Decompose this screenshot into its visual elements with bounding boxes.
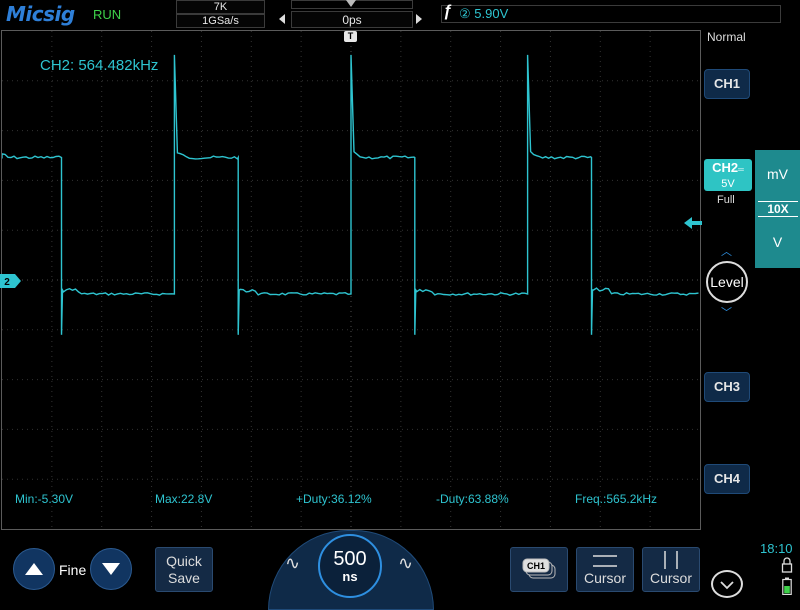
dc-coupling-icon: ═ [738,165,744,174]
horizontal-cursor-button[interactable]: Cursor [576,547,634,592]
trigger-time-marker-icon[interactable]: T [344,31,357,42]
ch2-button-label: CH2═ [704,160,752,178]
fine-label[interactable]: Fine [59,562,86,578]
time-position-left-arrow-icon[interactable] [279,14,285,24]
quick-save-line2: Save [168,570,200,586]
time-position[interactable]: 0ps [291,11,413,28]
waveform-display[interactable] [1,30,701,530]
level-up-chevron-icon[interactable]: ︿ [721,243,732,259]
measure-min[interactable]: Min:-5.30V [15,492,73,506]
ch3-button[interactable]: CH3 [704,372,750,402]
timebase-increase-wave-icon[interactable]: ∿ [398,553,413,574]
level-button[interactable]: Level [706,261,748,303]
ch2-marker-label: 2 [4,277,10,288]
ch2-waveform-trace [2,54,699,335]
ch2-button[interactable]: CH2═ 5V [704,159,752,191]
triangle-down-icon [102,563,120,575]
trigger-source: ② [459,6,471,21]
timebase-decrease-wave-icon[interactable]: ∿ [285,553,300,574]
time-position-right-arrow-icon[interactable] [416,14,422,24]
measure-freq[interactable]: Freq.:565.2kHz [575,492,657,506]
frequency-readout: CH2: 564.482kHz [40,57,159,74]
ch2-label-text: CH2 [712,160,739,175]
trigger-level: 5.90V [474,6,509,21]
rising-edge-icon: ƒ [443,3,452,20]
expand-menu-button[interactable] [711,570,743,598]
scale-down-button[interactable] [90,548,132,590]
memory-depth[interactable]: 7K [176,0,265,14]
vertical-cursor-button[interactable]: Cursor [642,547,700,592]
triangle-up-icon [25,563,43,575]
sample-rate[interactable]: 1GSa/s [176,14,265,28]
measure-max[interactable]: Max:22.8V [155,492,212,506]
vertical-cursor-icon [664,551,678,569]
waveform-canvas [2,31,700,529]
trigger-position-marker-icon [346,0,356,7]
horizontal-cursor-label: Cursor [583,570,626,586]
ch2-offset-marker-icon[interactable]: 2 [0,274,22,288]
battery-icon [782,577,792,595]
chevron-down-icon [720,581,734,590]
ch1-button[interactable]: CH1 [704,69,750,99]
timebase-unit: ns [342,569,358,584]
ch4-button[interactable]: CH4 [704,464,750,494]
horizontal-cursor-icon [593,555,617,567]
probe-unit-v[interactable]: V [755,234,800,250]
cursor-channel-button[interactable]: CH1 [510,547,568,592]
timebase-knob[interactable]: 500 ns [318,534,382,598]
ch2-bandwidth: Full [717,194,735,206]
ch2-scale: 5V [721,178,735,190]
vertical-cursor-label: Cursor [649,570,692,586]
scale-up-button[interactable] [13,548,55,590]
acquire-mode[interactable]: Normal [707,30,746,44]
trigger-info: ② 5.90V [459,6,508,22]
probe-ratio[interactable]: 10X [758,201,798,217]
timebase-value: 500 [333,548,367,570]
cursor-channel-chip: CH1 [527,561,545,571]
quick-save-line1: Quick [166,553,202,569]
lock-icon [781,557,793,573]
channel-stack-icon: CH1 [522,558,556,579]
quick-save-button[interactable]: Quick Save [155,547,213,592]
measure-neg-duty[interactable]: -Duty:63.88% [436,492,509,506]
level-down-chevron-icon[interactable]: ﹀ [721,304,732,320]
probe-unit-mv[interactable]: mV [755,166,800,182]
measure-pos-duty[interactable]: +Duty:36.12% [296,492,372,506]
run-state-indicator[interactable]: RUN [93,7,121,22]
brand-logo: Micsig [6,2,75,26]
trigger-level-arrow-icon[interactable] [684,217,702,229]
clock: 18:10 [760,541,793,556]
